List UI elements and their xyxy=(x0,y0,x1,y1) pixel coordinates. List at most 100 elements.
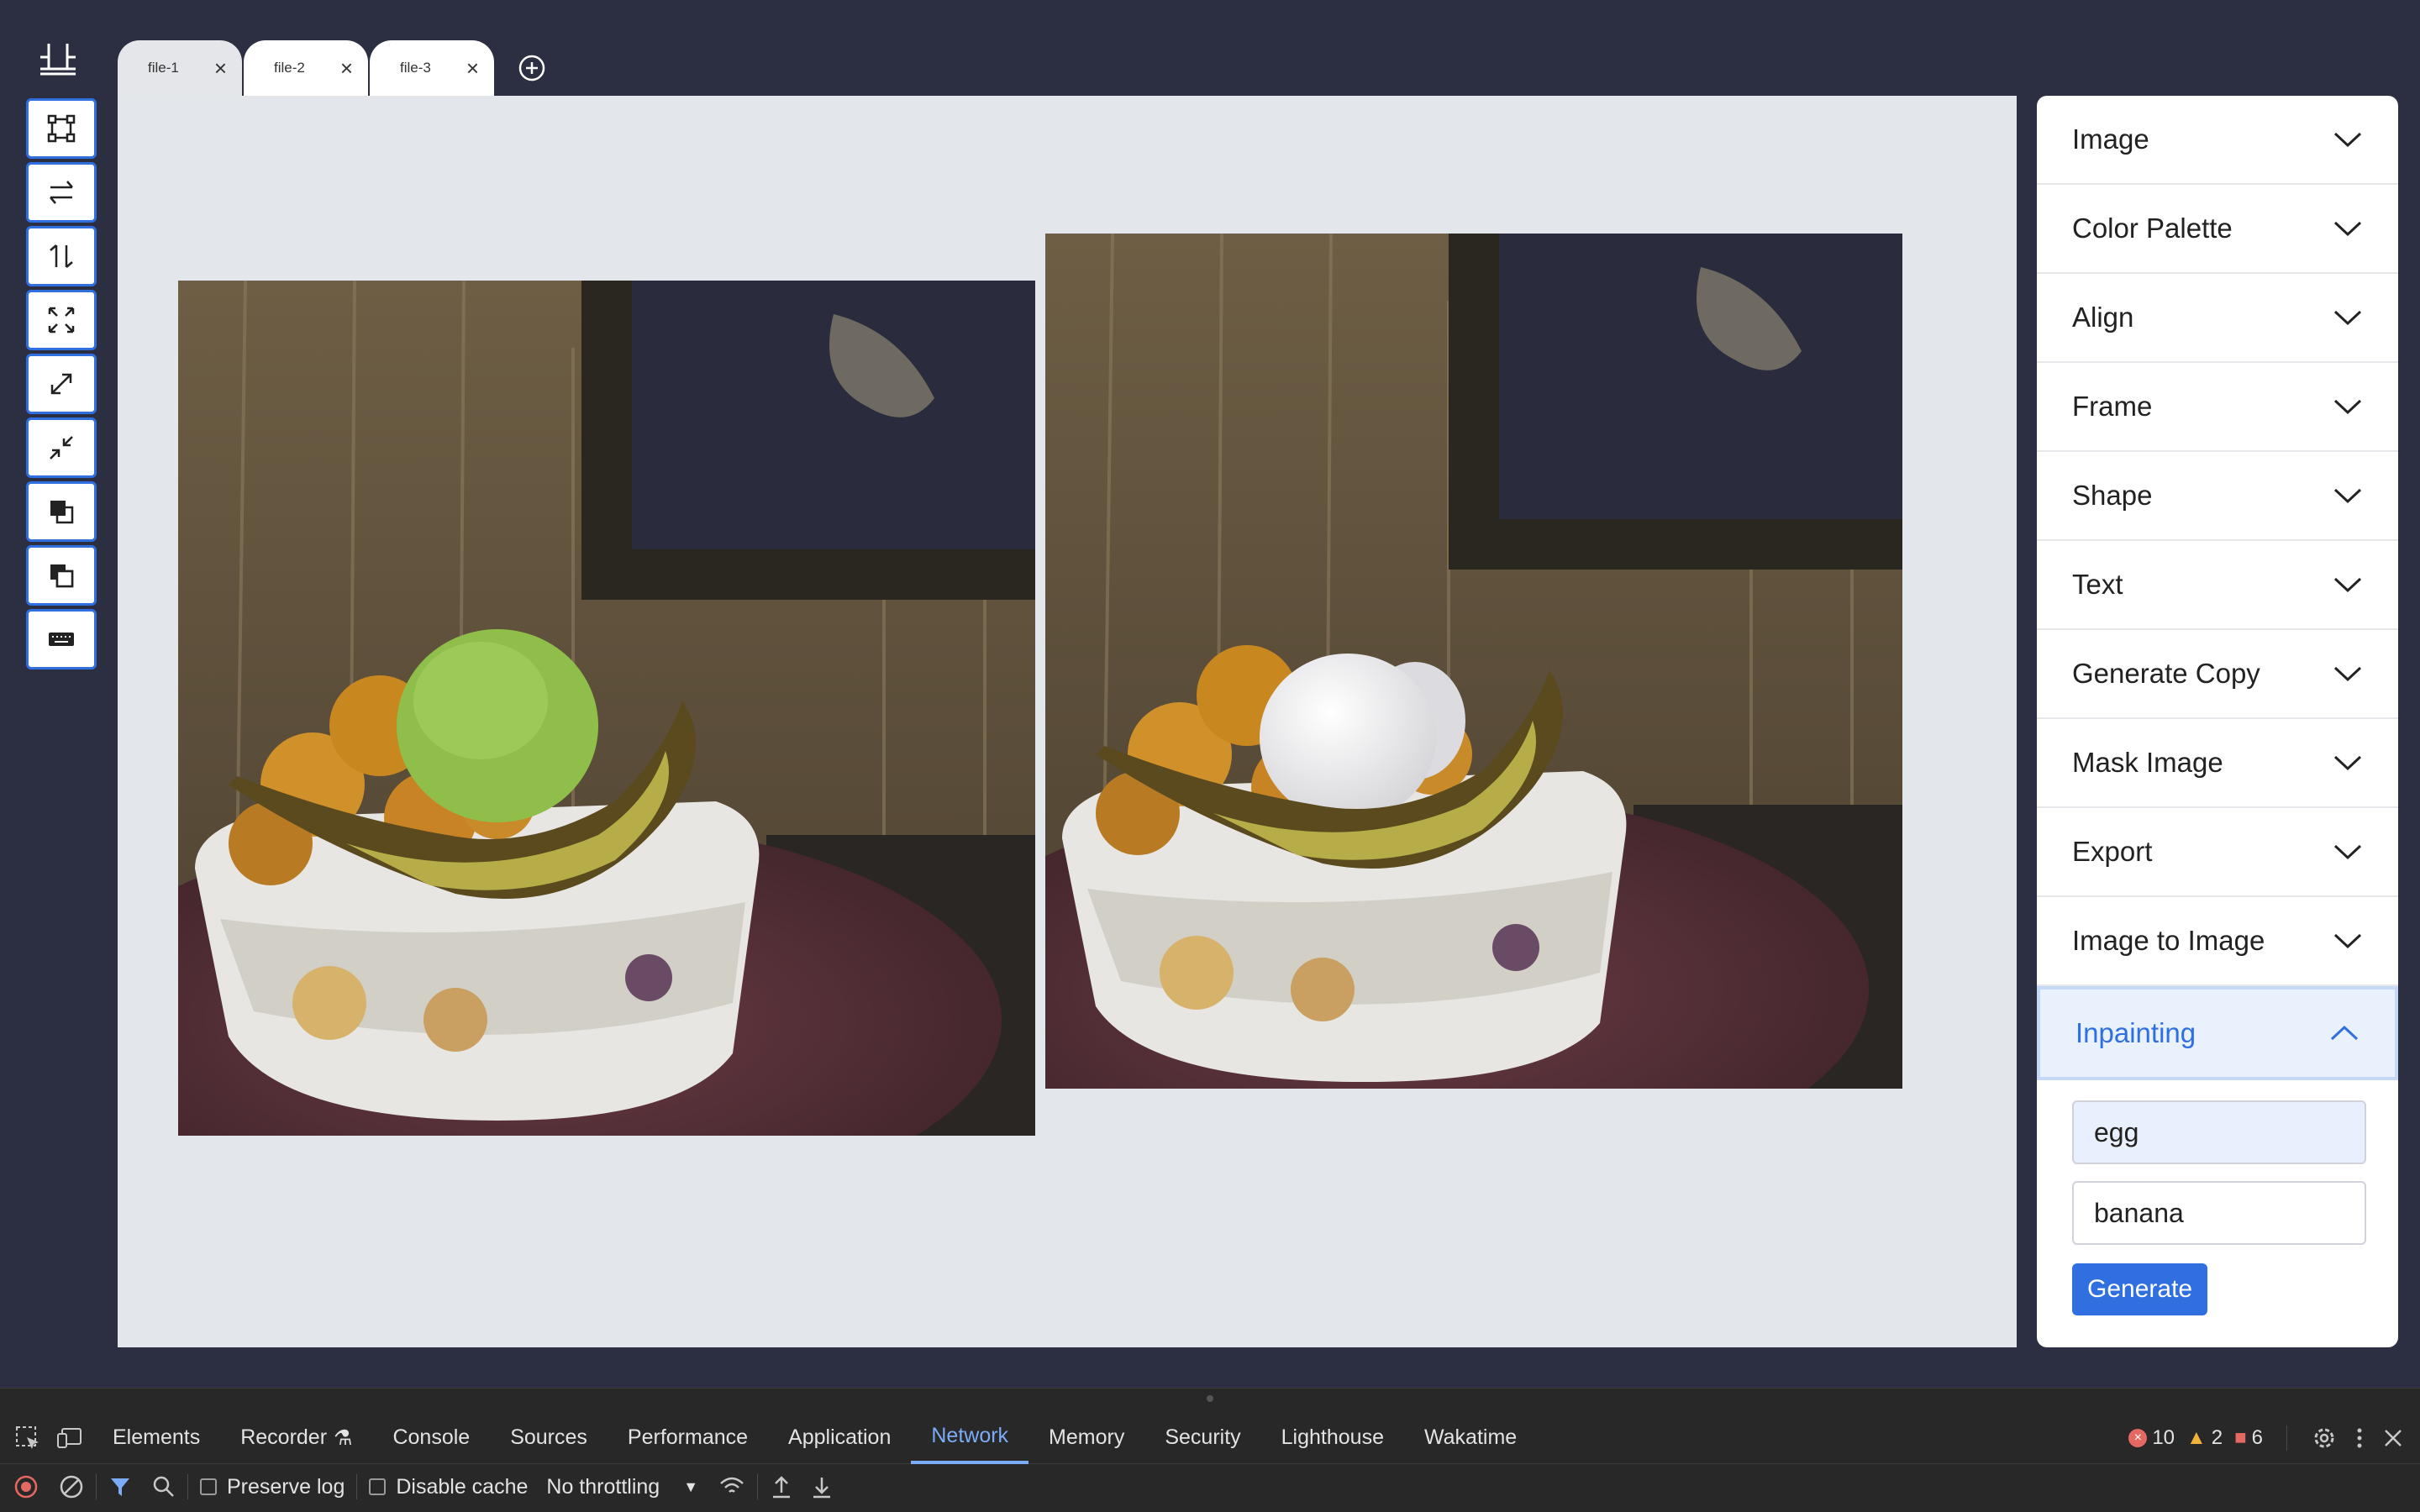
issue-icon: ■ xyxy=(2234,1426,2247,1449)
flask-icon: ⚗ xyxy=(334,1425,353,1450)
chevron-down-icon xyxy=(2333,310,2362,326)
tab-file-1[interactable]: file-1 × xyxy=(118,40,242,96)
devtools-tab-console[interactable]: Console xyxy=(372,1412,490,1464)
inpaint-prompt-input[interactable]: egg xyxy=(2072,1100,2366,1164)
tab-label: file-3 xyxy=(400,60,431,76)
flip-horizontal-icon xyxy=(50,181,73,204)
preserve-log-checkbox[interactable] xyxy=(200,1478,217,1495)
warning-count[interactable]: ▲ 2 xyxy=(2186,1426,2223,1450)
download-icon[interactable] xyxy=(810,1474,834,1499)
fit-screen-icon xyxy=(48,307,75,333)
devtools-tab-application[interactable]: Application xyxy=(768,1412,911,1464)
error-count[interactable]: × 10 xyxy=(2128,1426,2175,1450)
chevron-down-icon xyxy=(2333,666,2362,682)
issue-count-value: 6 xyxy=(2251,1426,2263,1449)
selection-box-button[interactable] xyxy=(26,98,97,159)
tab-file-2[interactable]: file-2 × xyxy=(244,40,368,96)
close-icon[interactable]: × xyxy=(466,57,479,79)
accordion-generate-copy[interactable]: Generate Copy xyxy=(2037,630,2398,719)
add-tab-icon[interactable] xyxy=(518,54,546,82)
devtools-tab-lighthouse[interactable]: Lighthouse xyxy=(1261,1412,1404,1464)
devtools-tab-wakatime[interactable]: Wakatime xyxy=(1404,1412,1537,1464)
flip-vertical-button[interactable] xyxy=(26,226,97,286)
chevron-down-icon xyxy=(2333,755,2362,771)
accordion-label: Generate Copy xyxy=(2072,658,2260,689)
accordion-label: Image to Image xyxy=(2072,925,2265,956)
gear-icon[interactable] xyxy=(2311,1425,2338,1452)
send-backward-icon xyxy=(50,564,74,588)
chevron-up-icon xyxy=(2330,1025,2359,1041)
fit-screen-button[interactable] xyxy=(26,290,97,350)
canvas-area[interactable] xyxy=(118,96,2017,1347)
bring-forward-icon xyxy=(50,501,74,524)
close-icon[interactable] xyxy=(2381,1426,2405,1450)
shrink-button[interactable] xyxy=(26,417,97,478)
accordion-inpainting[interactable]: Inpainting xyxy=(2037,986,2398,1080)
chevron-down-icon xyxy=(2333,488,2362,504)
accordion-export[interactable]: Export xyxy=(2037,808,2398,897)
more-options-icon[interactable] xyxy=(2349,1425,2370,1452)
accordion-color-palette[interactable]: Color Palette xyxy=(2037,185,2398,274)
close-icon[interactable]: × xyxy=(340,57,353,79)
close-icon[interactable]: × xyxy=(214,57,227,79)
accordion-label: Text xyxy=(2072,569,2123,600)
devtools-tab-memory[interactable]: Memory xyxy=(1028,1412,1144,1464)
devtools-panel: Elements Recorder ⚗ Console Sources Perfo… xyxy=(0,1388,2420,1512)
chevron-down-icon xyxy=(2333,577,2362,593)
accordion-label: Shape xyxy=(2072,480,2153,511)
canvas-image-original[interactable] xyxy=(178,281,1035,1136)
inpaint-target-input[interactable]: banana xyxy=(2072,1181,2366,1245)
preserve-log-label: Preserve log xyxy=(227,1474,345,1499)
devtools-tab-sources[interactable]: Sources xyxy=(490,1412,608,1464)
accordion-text[interactable]: Text xyxy=(2037,541,2398,630)
dropdown-arrow-icon[interactable]: ▼ xyxy=(683,1478,698,1496)
flip-horizontal-button[interactable] xyxy=(26,162,97,223)
inspect-element-icon[interactable] xyxy=(13,1424,42,1452)
devtools-tab-performance[interactable]: Performance xyxy=(608,1412,768,1464)
accordion-shape[interactable]: Shape xyxy=(2037,452,2398,541)
devtools-tab-label: Recorder xyxy=(240,1425,328,1449)
upload-icon[interactable] xyxy=(770,1474,793,1499)
throttling-select[interactable]: No throttling xyxy=(546,1475,660,1499)
keyboard-icon xyxy=(49,633,74,646)
devtools-tab-network[interactable]: Network xyxy=(911,1412,1029,1464)
network-conditions-icon[interactable] xyxy=(718,1475,745,1499)
disable-cache-checkbox[interactable] xyxy=(369,1478,387,1495)
tab-file-3[interactable]: file-3 × xyxy=(370,40,494,96)
accordion-align[interactable]: Align xyxy=(2037,274,2398,363)
keyboard-button[interactable] xyxy=(26,609,97,669)
filter-icon[interactable] xyxy=(108,1475,132,1499)
expand-button[interactable] xyxy=(26,354,97,414)
canvas-image-inpainted[interactable] xyxy=(1045,234,1902,1089)
issue-count[interactable]: ■ 6 xyxy=(2234,1426,2263,1450)
accordion-frame[interactable]: Frame xyxy=(2037,363,2398,452)
device-toolbar-icon[interactable] xyxy=(55,1424,84,1452)
accordion-mask-image[interactable]: Mask Image xyxy=(2037,719,2398,808)
warning-count-value: 2 xyxy=(2211,1426,2223,1449)
accordion-image-to-image[interactable]: Image to Image xyxy=(2037,897,2398,986)
clear-icon[interactable] xyxy=(59,1474,84,1499)
devtools-status: × 10 ▲ 2 ■ 6 xyxy=(2128,1412,2405,1464)
divider xyxy=(757,1474,759,1499)
record-icon[interactable] xyxy=(13,1474,39,1499)
error-count-value: 10 xyxy=(2152,1426,2175,1449)
search-icon[interactable] xyxy=(152,1475,176,1499)
generate-button[interactable]: Generate xyxy=(2072,1263,2208,1315)
accordion-label: Inpainting xyxy=(2075,1017,2196,1048)
shrink-icon xyxy=(50,436,73,459)
resize-handle[interactable] xyxy=(1207,1395,1213,1402)
devtools-tab-elements[interactable]: Elements xyxy=(92,1412,220,1464)
bring-forward-button[interactable] xyxy=(26,481,97,542)
accordion-label: Image xyxy=(2072,123,2149,155)
accordion-image[interactable]: Image xyxy=(2037,96,2398,185)
expand-icon xyxy=(50,373,72,395)
devtools-tab-security[interactable]: Security xyxy=(1144,1412,1260,1464)
accordion-label: Mask Image xyxy=(2072,747,2223,778)
send-backward-button[interactable] xyxy=(26,545,97,606)
left-toolbar xyxy=(24,96,97,672)
tab-label: file-2 xyxy=(274,60,305,76)
divider xyxy=(356,1474,358,1499)
devtools-tab-recorder[interactable]: Recorder ⚗ xyxy=(220,1412,372,1464)
chevron-down-icon xyxy=(2333,399,2362,415)
divider xyxy=(2286,1425,2287,1451)
